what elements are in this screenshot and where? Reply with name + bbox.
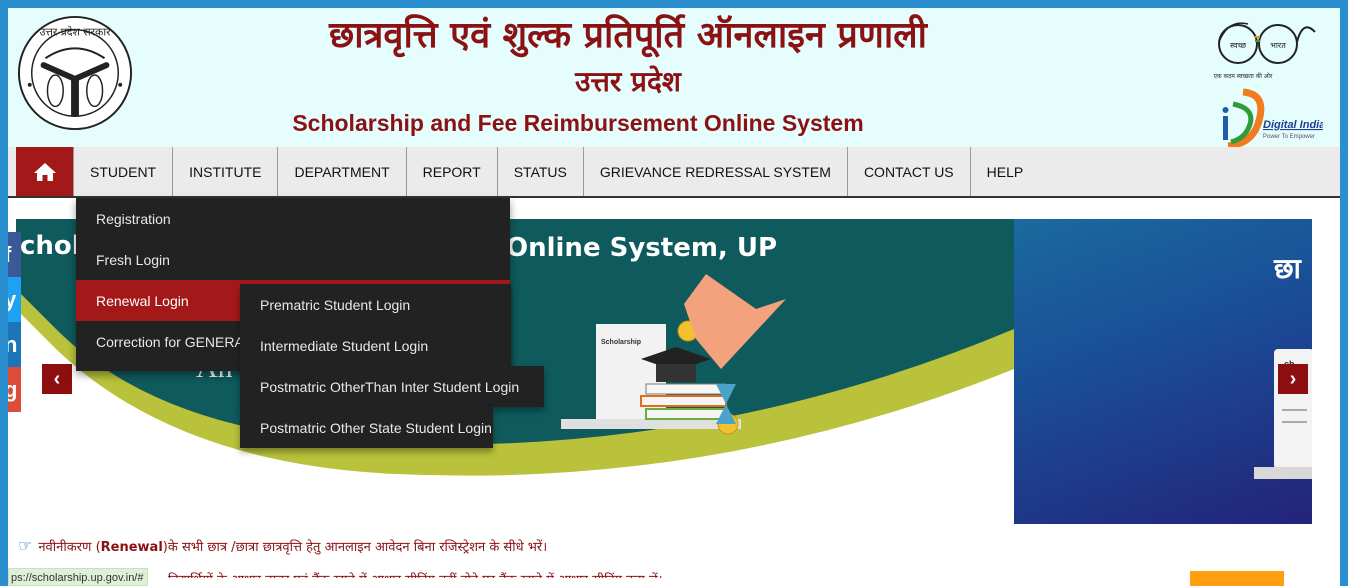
slide1-heading-left: chol [20, 231, 81, 261]
site-title-english: Scholarship and Fee Reimbursement Online… [292, 110, 864, 136]
swachh-left-text: स्वच्छ [1230, 41, 1247, 50]
chevron-right-icon: › [1289, 367, 1297, 390]
digital-india-logo: Digital India Power To Empower [1222, 88, 1323, 150]
linkedin-share-button[interactable]: n [8, 322, 21, 367]
slide1-doc-label: Scholarship [601, 339, 641, 346]
renewal-login-submenu: Prematric Student Login Intermediate Stu… [240, 284, 544, 448]
menu-item-fresh-login[interactable]: Fresh Login [76, 239, 510, 280]
renewal-notice: ☞ नवीनीकरण (Renewal)के सभी छात्र /छात्रा… [18, 536, 547, 555]
swachh-right-text: भारत [1270, 41, 1286, 50]
banner-slide-next: छा ch [1014, 219, 1312, 524]
carousel-prev-button[interactable]: ‹ [42, 364, 72, 394]
nav-item-report[interactable]: REPORT [407, 147, 498, 196]
submenu-item-postmatric-other-than-inter[interactable]: Postmatric OtherThan Inter Student Login [240, 366, 544, 407]
state-name-hindi: उत्तर प्रदेश [575, 65, 681, 98]
nav-item-contact-us[interactable]: CONTACT US [848, 147, 971, 196]
slide1-heading-right: Online System, UP [506, 233, 778, 263]
social-share-bar: f y n g [8, 232, 21, 412]
google-plus-icon: g [8, 377, 18, 402]
nav-item-status[interactable]: STATUS [498, 147, 584, 196]
facebook-icon: f [8, 242, 11, 267]
nav-item-grievance[interactable]: GRIEVANCE REDRESSAL SYSTEM [584, 147, 848, 196]
notice-renewal-bold: Renewal [100, 539, 163, 555]
nav-item-department[interactable]: DEPARTMENT [278, 147, 407, 196]
slide2-heading: छा [1274, 252, 1301, 285]
twitter-share-button[interactable]: y [8, 277, 21, 322]
site-header: उत्तर प्रदेश सरकार छात्रवृत्ति एवं शुल्क… [8, 8, 1340, 150]
swachh-bharat-logo: स्वच्छ भारत एक कदम स्वच्छता की ओर [1214, 22, 1316, 80]
facebook-share-button[interactable]: f [8, 232, 21, 277]
page: उत्तर प्रदेश सरकार छात्रवृत्ति एवं शुल्क… [8, 8, 1340, 586]
linkedin-icon: n [8, 332, 18, 357]
main-nav: STUDENT INSTITUTE DEPARTMENT REPORT STAT… [8, 147, 1340, 198]
orange-action-button[interactable] [1190, 571, 1284, 586]
home-icon [33, 162, 56, 181]
submenu-item-intermediate[interactable]: Intermediate Student Login [240, 325, 511, 366]
menu-item-registration[interactable]: Registration [76, 198, 510, 239]
notice-prefix: नवीनीकरण ( [38, 539, 101, 555]
carousel-next-button[interactable]: › [1278, 364, 1308, 394]
google-plus-share-button[interactable]: g [8, 367, 21, 412]
nav-home-button[interactable] [16, 147, 73, 196]
aadhaar-notice: विद्यार्थियों के आधार नम्बर एवं बैंक खात… [168, 570, 663, 578]
submenu-item-prematric[interactable]: Prematric Student Login [240, 284, 511, 325]
nav-item-institute[interactable]: INSTITUTE [173, 147, 279, 196]
submenu-item-postmatric-other-state[interactable]: Postmatric Other State Student Login [240, 407, 493, 448]
swachh-tagline: एक कदम स्वच्छता की ओर [1214, 72, 1273, 80]
nav-item-student[interactable]: STUDENT [73, 147, 174, 196]
site-title-hindi: छात्रवृत्ति एवं शुल्क प्रतिपूर्ति ऑनलाइन… [329, 15, 927, 56]
twitter-icon: y [8, 287, 17, 312]
notice-suffix: )के सभी छात्र /छात्रा छात्रवृत्ति हेतु आ… [162, 539, 548, 555]
pointing-hand-icon: ☞ [18, 536, 33, 555]
browser-status-url: ps://scholarship.up.gov.in/# [8, 568, 149, 586]
chevron-left-icon: ‹ [53, 367, 61, 390]
nav-item-help[interactable]: HELP [971, 147, 1040, 196]
digital-india-tagline: Power To Empower [1263, 134, 1315, 140]
digital-india-text: Digital India [1263, 119, 1323, 131]
